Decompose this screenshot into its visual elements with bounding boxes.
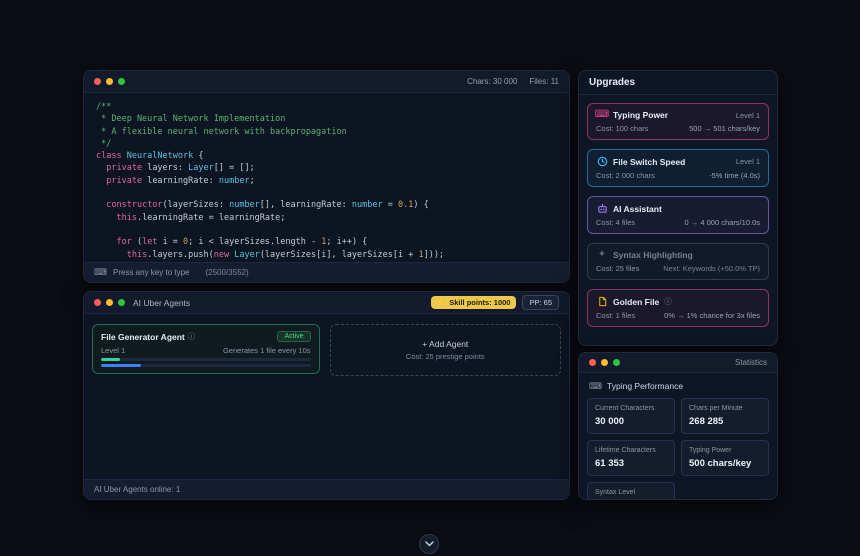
agent-card-file-generator[interactable]: File Generator Agent ⓘ Active Level 1 Ge… [92,324,320,374]
agent-rate: Generates 1 file every 10s [223,346,311,355]
code-line [96,224,557,236]
code-area[interactable]: /** * Deep Neural Network Implementation… [84,93,569,262]
agent-status-badge: Active [277,331,310,342]
editor-counters: Chars: 30 000 Files: 11 [467,77,559,86]
code-line: for (let i = 0; i < layerSizes.length - … [96,236,557,248]
upgrade-list: ⌨ Typing Power Level 1 Cost: 100 chars 5… [579,95,777,345]
upgrade-card-syntax-highlighting[interactable]: ✦ Syntax Highlighting Cost: 25 files Nex… [587,243,769,280]
statistics-window-title: Statistics [735,358,767,367]
clock-icon [596,156,608,167]
add-agent-label: + Add Agent [422,339,468,349]
skill-points-label: Skill points: 1000 [449,298,510,307]
typing-hint: Press any key to type [113,268,189,277]
minimize-button[interactable] [106,299,113,306]
add-agent-button[interactable]: + Add Agent Cost: 25 prestige points [330,324,561,376]
statistics-titlebar: Statistics [579,353,777,373]
zoom-button[interactable] [118,78,125,85]
typing-performance-header: ⌨ Typing Performance [579,381,777,398]
agents-statusbar: AI Uber Agents online: 1 [84,479,569,499]
stat-card: Lifetime Characters 61 353 [587,440,675,476]
stat-card: Typing Power 500 chars/key [681,440,769,476]
code-line: class NeuralNetwork { [96,150,557,162]
info-icon[interactable]: ⓘ [188,331,196,342]
close-button[interactable] [94,299,101,306]
code-line: * A flexible neural network with backpro… [96,126,557,138]
keyboard-icon: ⌨ [94,268,107,277]
window-controls [589,359,620,366]
typing-performance-title: Typing Performance [607,381,683,391]
agents-body: File Generator Agent ⓘ Active Level 1 Ge… [84,314,569,479]
editor-titlebar: Chars: 30 000 Files: 11 [84,71,569,93]
agents-online-status: AI Uber Agents online: 1 [94,485,180,494]
keyboard-icon: ⌨ [589,382,602,391]
minimize-button[interactable] [601,359,608,366]
lightning-icon: ⚡ [437,298,446,307]
zoom-button[interactable] [613,359,620,366]
stat-card: Current Characters 30 000 [587,398,675,434]
agent-level: Level 1 [101,346,125,355]
code-line: */ [96,138,557,150]
minimize-button[interactable] [106,78,113,85]
upgrade-card-typing-power[interactable]: ⌨ Typing Power Level 1 Cost: 100 chars 5… [587,103,769,140]
chars-counter: Chars: 30 000 [467,77,517,86]
chevron-down-icon [425,541,434,547]
add-agent-cost: Cost: 25 prestige points [406,352,485,361]
agent-progress-bar [101,364,311,367]
agent-xp-fill [101,358,120,361]
editor-window: Chars: 30 000 Files: 11 /** * Deep Neura… [83,70,570,283]
close-button[interactable] [94,78,101,85]
statistics-window: Statistics ⌨ Typing Performance Current … [578,352,778,500]
agents-window: AI Uber Agents ⚡ Skill points: 1000 PP: … [83,291,570,500]
code-line: this.learningRate = learningRate; [96,212,557,224]
upgrade-card-ai-assistant[interactable]: AI Assistant Cost: 4 files 0 → 4 000 cha… [587,196,769,234]
upgrades-title: Upgrades [579,71,777,95]
code-line: private learningRate: number; [96,175,557,187]
code-line: /** [96,101,557,113]
scroll-down-button[interactable] [419,534,439,554]
stat-card: Syntax Level [587,482,675,499]
agent-progress-fill [101,364,141,367]
agent-xp-bar [101,358,311,361]
close-button[interactable] [589,359,596,366]
skill-points-badge: ⚡ Skill points: 1000 [431,296,517,309]
sparkles-icon: ✦ [596,250,608,260]
window-controls [94,78,125,85]
keyboard-icon: ⌨ [596,110,608,120]
files-counter: Files: 11 [529,77,559,86]
file-icon [596,296,608,307]
upgrade-card-file-switch-speed[interactable]: File Switch Speed Level 1 Cost: 2 000 ch… [587,149,769,187]
upgrade-card-golden-file[interactable]: Golden File ⓘ Cost: 1 files 0% → 1% chan… [587,289,769,327]
code-line: constructor(layerSizes: number[], learni… [96,199,557,211]
prestige-points-badge: PP: 65 [522,295,559,310]
code-line: private layers: Layer[] = []; [96,162,557,174]
editor-statusbar: ⌨ Press any key to type (2500/3552) [84,262,569,282]
file-progress: (2500/3552) [205,268,248,277]
app: Chars: 30 000 Files: 11 /** * Deep Neura… [0,0,860,556]
agents-titlebar: AI Uber Agents ⚡ Skill points: 1000 PP: … [84,292,569,314]
window-controls [94,299,125,306]
stat-card: Chars per Minute 268 285 [681,398,769,434]
code-line: * Deep Neural Network Implementation [96,113,557,125]
zoom-button[interactable] [118,299,125,306]
agents-window-title: AI Uber Agents [133,298,190,308]
statistics-grid: Current Characters 30 000 Chars per Minu… [579,398,777,499]
code-line [96,187,557,199]
agent-name: File Generator Agent [101,332,185,342]
code-line: this.layers.push(new Layer(layerSizes[i]… [96,249,557,261]
upgrades-panel: Upgrades ⌨ Typing Power Level 1 Cost: 10… [578,70,778,346]
statistics-body: ⌨ Typing Performance Current Characters … [579,373,777,499]
robot-icon [596,203,608,214]
